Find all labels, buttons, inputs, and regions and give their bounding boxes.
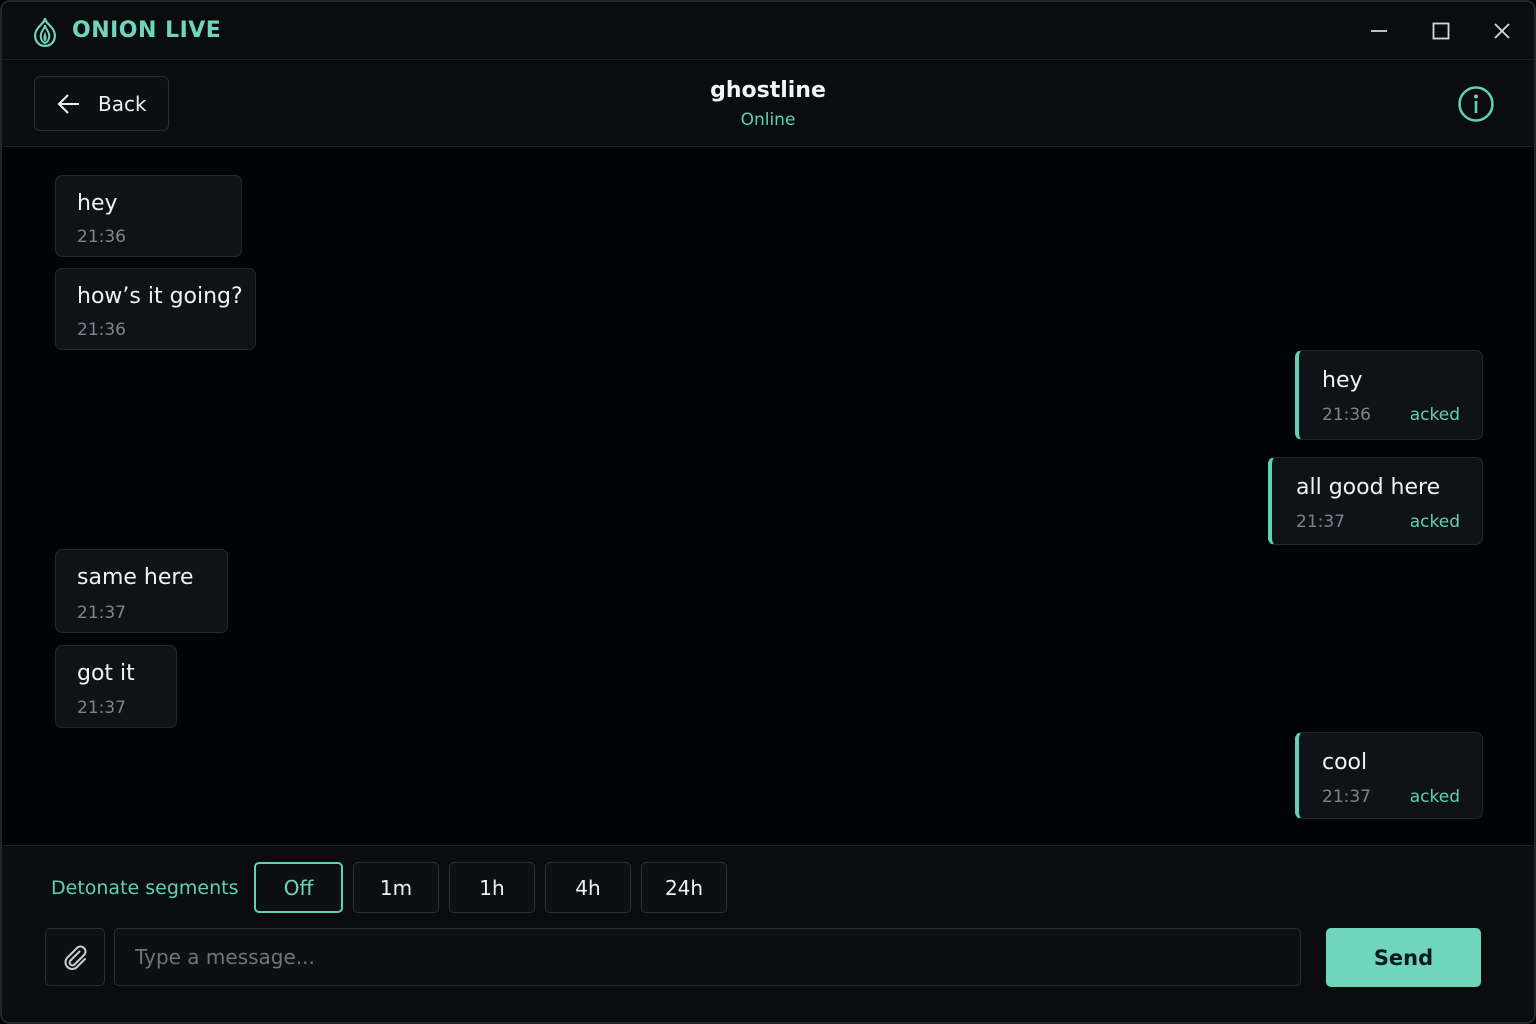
message-time: 21:36 bbox=[77, 320, 126, 340]
contact-name: ghostline bbox=[710, 78, 826, 103]
info-button[interactable] bbox=[1457, 85, 1495, 123]
paperclip-icon bbox=[64, 945, 87, 971]
message-text: got it bbox=[77, 661, 135, 686]
message-bubble-incoming: same here 21:37 bbox=[55, 549, 228, 633]
segment-4h[interactable]: 4h bbox=[545, 862, 631, 913]
maximize-button[interactable] bbox=[1424, 14, 1458, 48]
title-bar: ONION LIVE bbox=[2, 2, 1534, 60]
message-input[interactable] bbox=[114, 928, 1301, 986]
message-bubble-incoming: got it 21:37 bbox=[55, 645, 177, 728]
segment-1h[interactable]: 1h bbox=[449, 862, 535, 913]
message-status: acked bbox=[1409, 787, 1460, 807]
message-list[interactable]: hey 21:36 how’s it going? 21:36 hey 21:3… bbox=[2, 147, 1534, 845]
message-time: 21:36 bbox=[1322, 405, 1371, 425]
segment-1m[interactable]: 1m bbox=[353, 862, 439, 913]
message-time: 21:37 bbox=[77, 603, 126, 623]
close-button[interactable] bbox=[1485, 14, 1519, 48]
message-time: 21:37 bbox=[1322, 787, 1371, 807]
message-text: cool bbox=[1322, 750, 1368, 775]
message-text: all good here bbox=[1296, 475, 1441, 500]
maximize-icon bbox=[1432, 22, 1450, 40]
message-text: hey bbox=[77, 191, 118, 216]
message-text: hey bbox=[1322, 368, 1363, 393]
message-text: how’s it going? bbox=[77, 284, 243, 309]
message-bubble-incoming: how’s it going? 21:36 bbox=[55, 268, 256, 350]
message-bubble-outgoing: all good here 21:37 acked bbox=[1268, 457, 1483, 545]
composer: Detonate segments Off 1m 1h 4h 24h Send bbox=[2, 845, 1534, 1022]
message-time: 21:37 bbox=[77, 698, 126, 718]
message-bubble-outgoing: cool 21:37 acked bbox=[1295, 732, 1483, 819]
message-time: 21:37 bbox=[1296, 512, 1345, 532]
chat-header: Back ghostline Online bbox=[2, 60, 1534, 147]
minimize-button[interactable] bbox=[1362, 14, 1396, 48]
segment-off[interactable]: Off bbox=[254, 862, 343, 913]
message-bubble-outgoing: hey 21:36 acked bbox=[1295, 350, 1483, 440]
onion-icon bbox=[34, 17, 56, 47]
message-text: same here bbox=[77, 565, 194, 590]
message-bubble-incoming: hey 21:36 bbox=[55, 175, 242, 257]
send-button[interactable]: Send bbox=[1326, 928, 1481, 987]
detonate-label: Detonate segments bbox=[51, 877, 239, 899]
minimize-icon bbox=[1371, 30, 1387, 32]
info-icon bbox=[1458, 86, 1494, 122]
app-title: ONION LIVE bbox=[72, 18, 222, 43]
message-time: 21:36 bbox=[77, 227, 126, 247]
attach-button[interactable] bbox=[45, 928, 105, 986]
app-window: ONION LIVE Back ghostline Online hey 21:… bbox=[0, 0, 1536, 1024]
message-status: acked bbox=[1409, 512, 1460, 532]
message-status: acked bbox=[1409, 405, 1460, 425]
contact-status: Online bbox=[740, 110, 796, 130]
close-icon bbox=[1494, 23, 1510, 39]
segment-24h[interactable]: 24h bbox=[641, 862, 727, 913]
